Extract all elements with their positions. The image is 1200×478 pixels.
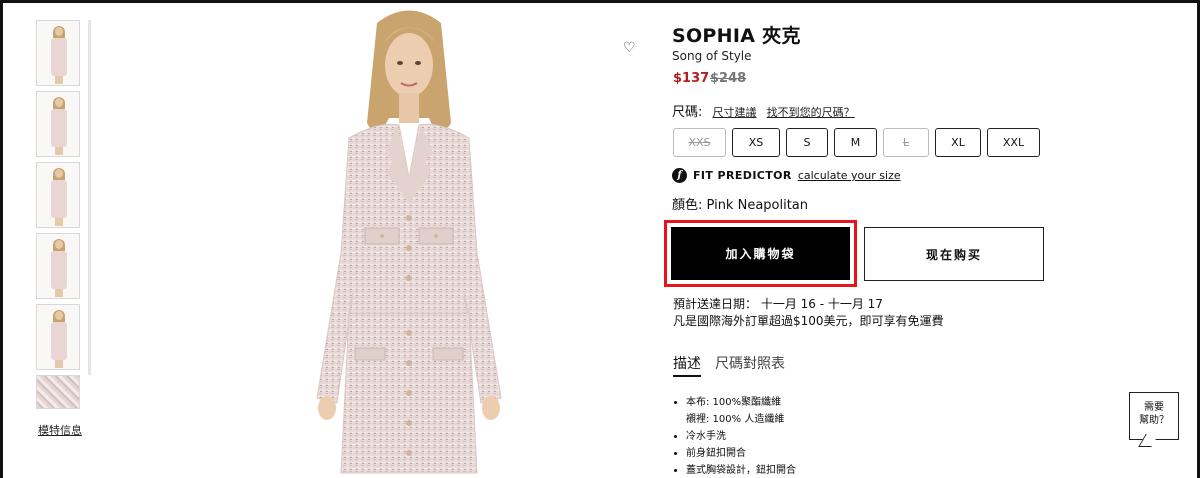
page-frame: 模特信息 ♡ SOPHIA 夾克 Song of Style $137 $248… [0, 0, 1200, 478]
size-option-xs[interactable]: XS [732, 128, 780, 157]
help-line-1: 需要 [1144, 402, 1164, 413]
thumbnail-3[interactable] [36, 162, 80, 228]
detail-tabs: 描述 尺碼對照表 [673, 353, 785, 377]
size-option-xl[interactable]: XL [935, 128, 981, 157]
description-item: 前身鈕扣開合 [686, 445, 796, 462]
original-price: $248 [710, 71, 747, 86]
size-selector: XXS XS S M L XL XXL [673, 128, 1040, 157]
thumbnail-2[interactable] [36, 91, 80, 157]
description-list: 本布: 100%聚酯纖維襯裡: 100% 人造纖維 冷水手洗 前身鈕扣開合 蓋式… [686, 394, 796, 478]
brand-name[interactable]: Song of Style [672, 49, 752, 63]
help-line-2: 幫助？ [1139, 415, 1169, 426]
wishlist-heart-icon[interactable]: ♡ [623, 40, 636, 56]
help-chat-bubble[interactable]: 需要 幫助？ [1129, 392, 1179, 440]
model-info-link[interactable]: 模特信息 [38, 422, 82, 438]
size-option-xxs[interactable]: XXS [673, 128, 726, 157]
size-label: 尺碼: [672, 105, 703, 120]
cant-find-size-link[interactable]: 找不到您的尺碼？ [767, 106, 855, 119]
product-title: SOPHIA 夾克 [672, 25, 801, 47]
color-label: 顏色: [672, 198, 703, 213]
tab-size-chart[interactable]: 尺碼對照表 [715, 353, 785, 377]
size-option-xxl[interactable]: XXL [987, 128, 1040, 157]
size-guide-link[interactable]: 尺寸建議 [713, 106, 757, 119]
add-to-bag-button[interactable]: 加入購物袋 [671, 227, 850, 280]
color-value: Pink Neapolitan [706, 198, 809, 213]
thumbnail-4[interactable] [36, 233, 80, 299]
model-illustration [316, 10, 502, 474]
main-product-image[interactable] [289, 3, 529, 478]
fit-predictor-label: FIT PREDICTOR [693, 169, 792, 182]
description-item: 蓋式胸袋設計，鈕扣開合 [686, 462, 796, 478]
color-row: 顏色: Pink Neapolitan [672, 194, 808, 213]
size-option-m[interactable]: M [834, 128, 877, 157]
size-header: 尺碼: 尺寸建議 找不到您的尺碼？ [672, 101, 855, 120]
free-shipping-note: 凡是國際海外訂單超過$100美元，即可享有免運費 [673, 314, 944, 328]
thumbnail-scrollbar[interactable] [88, 20, 91, 375]
add-to-bag-highlight: 加入購物袋 [664, 220, 857, 287]
delivery-estimate: 預計送達日期： 十一月 16 - 十一月 17 [673, 297, 883, 311]
sale-price: $137 [673, 71, 710, 86]
description-item: 冷水手洗 [686, 428, 796, 445]
description-item: 本布: 100%聚酯纖維襯裡: 100% 人造纖維 [686, 394, 796, 428]
thumbnail-swatch[interactable] [36, 375, 80, 409]
thumbnail-1[interactable] [36, 20, 80, 86]
size-option-l[interactable]: L [883, 128, 929, 157]
tab-description[interactable]: 描述 [673, 353, 701, 377]
calculate-size-link[interactable]: calculate your size [798, 169, 901, 182]
fit-predictor-icon: f [672, 168, 687, 183]
thumbnail-gallery [36, 20, 91, 414]
fit-predictor: f FIT PREDICTOR calculate your size [672, 168, 901, 183]
buy-now-button[interactable]: 现在购买 [864, 227, 1044, 281]
size-option-s[interactable]: S [786, 128, 828, 157]
thumbnail-5[interactable] [36, 304, 80, 370]
